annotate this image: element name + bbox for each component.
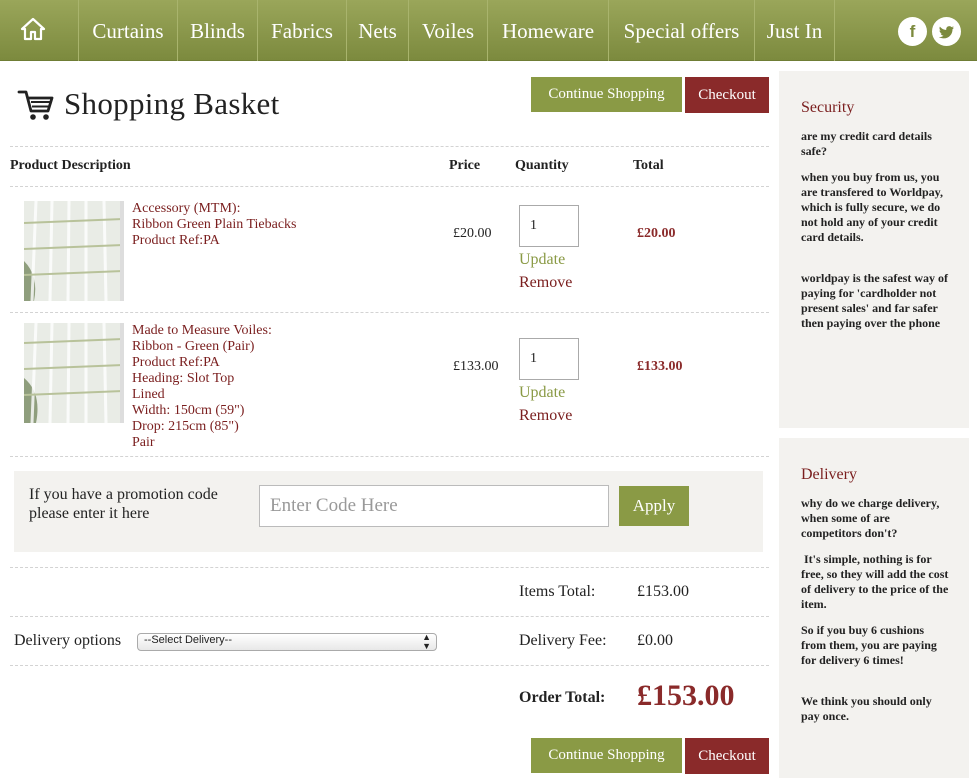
security-paragraph: worldpay is the safest way of paying for… — [801, 271, 948, 330]
twitter-icon[interactable] — [932, 17, 961, 46]
divider — [10, 312, 769, 313]
delivery-panel: Delivery why do we charge delivery, when… — [779, 438, 969, 778]
items-total-label: Items Total: — [519, 583, 596, 600]
header-quantity: Quantity — [515, 158, 569, 173]
checkout-button[interactable]: Checkout — [685, 77, 769, 113]
update-link[interactable]: Update — [519, 384, 565, 402]
nav-voiles[interactable]: Voiles — [408, 0, 487, 61]
product-line[interactable]: Ribbon Green Plain Tiebacks — [132, 217, 297, 233]
row-total: £20.00 — [637, 226, 676, 241]
delivery-select-value: --Select Delivery-- — [144, 634, 233, 646]
items-total-value: £153.00 — [637, 583, 689, 600]
row-price: £133.00 — [453, 359, 499, 374]
product-line: Product Ref:PA — [132, 233, 220, 248]
product-thumbnail[interactable] — [24, 201, 124, 301]
row-total: £133.00 — [637, 359, 683, 374]
voile-image — [24, 323, 120, 423]
delivery-select[interactable]: --Select Delivery-- ▲ ▼ — [137, 633, 437, 651]
delivery-fee-value: £0.00 — [637, 632, 673, 649]
promo-box: If you have a promotion code please ente… — [14, 471, 763, 552]
nav-homeware[interactable]: Homeware — [487, 0, 608, 61]
header-total: Total — [633, 158, 664, 173]
nav-home[interactable] — [0, 0, 78, 61]
update-link[interactable]: Update — [519, 251, 565, 269]
divider — [10, 665, 769, 666]
product-line: Width: 150cm (59") — [132, 403, 245, 418]
product-line[interactable]: Ribbon - Green (Pair) — [132, 339, 254, 355]
promo-label: If you have a promotion code please ente… — [29, 485, 218, 523]
product-line: Product Ref:PA — [132, 355, 220, 370]
divider — [10, 186, 769, 187]
divider — [10, 616, 769, 617]
continue-shopping-button[interactable]: Continue Shopping — [531, 77, 682, 112]
promo-label-line: If you have a promotion code — [29, 486, 218, 503]
security-paragraph: are my credit card details safe? — [801, 129, 932, 158]
page-title: Shopping Basket — [64, 86, 280, 121]
apply-button[interactable]: Apply — [619, 486, 689, 526]
twitter-bird-glyph — [938, 26, 954, 39]
product-line[interactable]: Made to Measure Voiles: — [132, 323, 272, 339]
remove-link[interactable]: Remove — [519, 407, 572, 425]
delivery-title: Delivery — [801, 466, 857, 483]
nav-curtains[interactable]: Curtains — [78, 0, 177, 61]
product-line: Heading: Slot Top — [132, 371, 235, 386]
nav-blinds[interactable]: Blinds — [177, 0, 257, 61]
checkout-button[interactable]: Checkout — [685, 738, 769, 774]
promo-label-line: please enter it here — [29, 505, 150, 522]
continue-shopping-button[interactable]: Continue Shopping — [531, 738, 682, 773]
cart-icon — [17, 90, 54, 120]
header-product-description: Product Description — [10, 158, 131, 173]
row-price: £20.00 — [453, 226, 492, 241]
main-nav: Curtains Blinds Fabrics Nets Voiles Home… — [0, 0, 977, 61]
divider — [10, 456, 769, 457]
quantity-input[interactable] — [519, 205, 579, 247]
delivery-paragraph: It's simple, nothing is for free, so the… — [801, 552, 952, 611]
delivery-paragraph: So if you buy 6 cushions from them, you … — [801, 623, 937, 667]
security-panel: Security are my credit card details safe… — [779, 71, 969, 428]
promo-code-input[interactable] — [259, 485, 609, 527]
security-paragraph: when you buy from us, you are transfered… — [801, 170, 943, 244]
order-total-value: £153.00 — [637, 679, 735, 712]
nav-fabrics[interactable]: Fabrics — [257, 0, 346, 61]
product-line: Drop: 215cm (85") — [132, 419, 239, 434]
select-arrows-icon: ▲ ▼ — [422, 632, 431, 651]
order-total-label: Order Total: — [519, 689, 606, 706]
security-title: Security — [801, 99, 855, 116]
nav-nets[interactable]: Nets — [346, 0, 408, 61]
product-line: Lined — [132, 387, 165, 402]
quantity-input[interactable] — [519, 338, 579, 380]
remove-link[interactable]: Remove — [519, 274, 572, 292]
delivery-paragraph: why do we charge delivery, when some of … — [801, 496, 940, 540]
voile-image — [24, 201, 120, 301]
divider — [10, 567, 769, 568]
delivery-options-label: Delivery options — [14, 632, 122, 649]
facebook-icon[interactable]: f — [898, 17, 927, 46]
nav-just-in[interactable]: Just In — [754, 0, 835, 61]
divider — [10, 146, 769, 147]
nav-special-offers[interactable]: Special offers — [608, 0, 754, 61]
home-icon — [20, 17, 46, 41]
product-line[interactable]: Accessory (MTM): — [132, 201, 240, 217]
delivery-paragraph: We think you should only pay once. — [801, 694, 932, 723]
product-thumbnail[interactable] — [24, 323, 124, 423]
header-price: Price — [449, 158, 481, 173]
product-line: Pair — [132, 435, 155, 450]
delivery-fee-label: Delivery Fee: — [519, 632, 607, 649]
